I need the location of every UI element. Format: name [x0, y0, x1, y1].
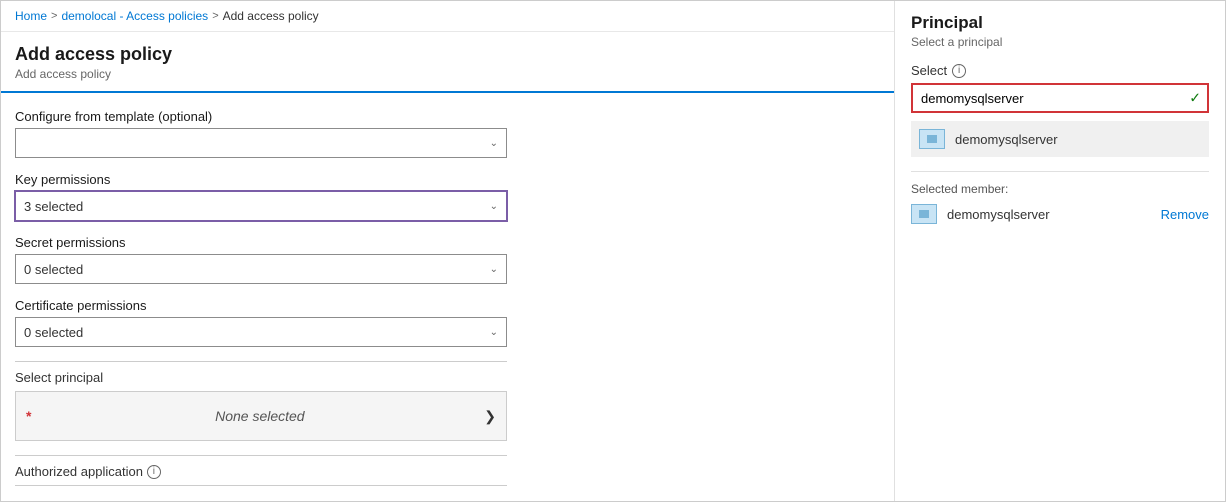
principal-none-value: None selected	[211, 408, 305, 424]
divider-1	[15, 361, 507, 362]
form-area: Configure from template (optional) ⌄ Key…	[1, 93, 894, 501]
breadcrumb-sep1: >	[51, 10, 57, 22]
principal-info-icon[interactable]: i	[952, 64, 966, 78]
key-permissions-group: Key permissions 3 selected ⌄	[15, 172, 880, 221]
page-title: Add access policy	[15, 44, 880, 65]
auth-app-label-row: Authorized application i	[15, 464, 880, 479]
key-permissions-value: 3 selected	[24, 199, 83, 214]
breadcrumb-home[interactable]: Home	[15, 9, 47, 23]
left-panel: Home > demolocal - Access policies > Add…	[1, 1, 895, 501]
search-checkmark-icon: ✓	[1189, 90, 1201, 107]
search-result-item[interactable]: demomysqlserver	[911, 121, 1209, 157]
breadcrumb-current: Add access policy	[223, 9, 319, 23]
select-principal-group: Select principal * None selected ❯	[15, 370, 880, 441]
page-header: Add access policy Add access policy	[1, 32, 894, 93]
template-chevron: ⌄	[490, 138, 498, 149]
page-subtitle: Add access policy	[15, 67, 880, 81]
breadcrumb: Home > demolocal - Access policies > Add…	[1, 1, 894, 32]
remove-button[interactable]: Remove	[1161, 207, 1209, 222]
key-permissions-chevron: ⌄	[490, 201, 498, 212]
secret-permissions-chevron: ⌄	[490, 264, 498, 275]
select-principal-label: Select principal	[15, 370, 880, 385]
select-label-row: Select i	[911, 63, 1209, 78]
divider-2	[15, 455, 507, 456]
selected-member-icon	[911, 204, 937, 224]
cert-permissions-label: Certificate permissions	[15, 298, 880, 313]
auth-app-row: None selected 🔒	[15, 485, 507, 501]
panel-title: Principal	[911, 13, 1209, 33]
secret-permissions-value: 0 selected	[24, 262, 83, 277]
key-permissions-label: Key permissions	[15, 172, 880, 187]
principal-chevron-icon: ❯	[484, 408, 496, 425]
template-label: Configure from template (optional)	[15, 109, 880, 124]
panel-divider	[911, 171, 1209, 172]
auth-app-info-icon[interactable]: i	[147, 465, 161, 479]
selected-member-name: demomysqlserver	[947, 207, 1151, 222]
select-principal-row[interactable]: * None selected ❯	[15, 391, 507, 441]
breadcrumb-policies[interactable]: demolocal - Access policies	[61, 9, 208, 23]
secret-permissions-group: Secret permissions 0 selected ⌄	[15, 235, 880, 284]
breadcrumb-sep2: >	[212, 10, 218, 22]
auth-app-group: Authorized application i None selected 🔒	[15, 464, 880, 501]
cert-permissions-value: 0 selected	[24, 325, 83, 340]
required-star: *	[26, 408, 31, 424]
cert-permissions-dropdown[interactable]: 0 selected ⌄	[15, 317, 507, 347]
template-group: Configure from template (optional) ⌄	[15, 109, 880, 158]
key-permissions-dropdown[interactable]: 3 selected ⌄	[15, 191, 507, 221]
secret-permissions-label: Secret permissions	[15, 235, 880, 250]
result-server-icon	[919, 129, 945, 149]
selected-member-label: Selected member:	[911, 182, 1209, 196]
secret-permissions-dropdown[interactable]: 0 selected ⌄	[15, 254, 507, 284]
template-dropdown[interactable]: ⌄	[15, 128, 507, 158]
search-wrapper: ✓	[911, 83, 1209, 113]
panel-subtitle: Select a principal	[911, 35, 1209, 49]
principal-panel: Principal Select a principal Select i ✓ …	[895, 1, 1225, 501]
result-name: demomysqlserver	[955, 132, 1058, 147]
select-label: Select	[911, 63, 947, 78]
principal-search-input[interactable]	[911, 83, 1209, 113]
cert-permissions-group: Certificate permissions 0 selected ⌄	[15, 298, 880, 347]
auth-app-label-text: Authorized application	[15, 464, 143, 479]
selected-member-row: demomysqlserver Remove	[911, 204, 1209, 224]
cert-permissions-chevron: ⌄	[490, 327, 498, 338]
